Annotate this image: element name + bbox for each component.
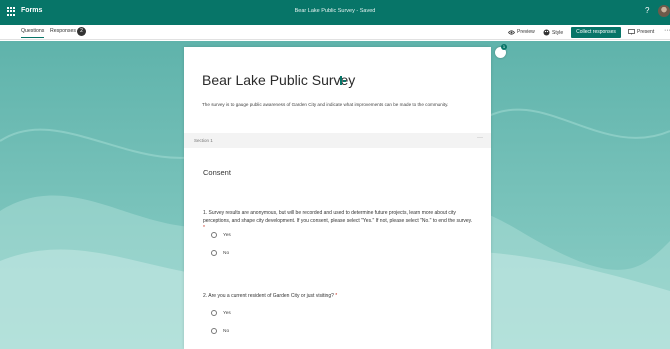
present-button[interactable]: Present <box>628 29 654 35</box>
collect-responses-button[interactable]: Collect responses <box>571 27 621 38</box>
required-mark: * <box>203 225 205 231</box>
eye-icon <box>508 29 515 35</box>
form-card: Bear Lake Public Survey The survey is to… <box>184 47 491 349</box>
more-options-icon[interactable]: ··· <box>664 27 670 34</box>
q2-option-no[interactable]: No <box>211 328 229 334</box>
avatar[interactable] <box>658 5 670 17</box>
q1-option-yes[interactable]: Yes <box>211 232 231 238</box>
section-label: Section 1 <box>194 138 213 143</box>
image-insert-icon[interactable] <box>339 74 347 86</box>
form-description[interactable]: The survey is to gauge public awareness … <box>202 101 472 108</box>
option-label: No <box>223 250 230 256</box>
option-label: No <box>223 328 230 334</box>
tab-responses[interactable]: Responses <box>50 28 76 34</box>
q1-option-no[interactable]: No <box>211 250 229 256</box>
help-icon[interactable]: ? <box>645 6 649 15</box>
section-heading: Consent <box>203 168 231 177</box>
radio-button[interactable] <box>211 310 217 316</box>
present-label: Present <box>637 29 655 35</box>
radio-button[interactable] <box>211 232 217 238</box>
option-label: Yes <box>223 232 231 238</box>
section-more-icon[interactable]: ··· <box>477 135 483 141</box>
form-toolbar: Questions Responses 2 Preview Style Coll… <box>0 25 670 40</box>
tab-questions[interactable]: Questions <box>21 28 45 38</box>
preview-button[interactable]: Preview <box>508 29 535 35</box>
theme-badge: 1 <box>501 44 507 50</box>
monitor-icon <box>628 29 635 35</box>
preview-label: Preview <box>517 29 535 35</box>
radio-button[interactable] <box>211 250 217 256</box>
section-header: Section 1 ··· <box>184 133 491 148</box>
q2-option-yes[interactable]: Yes <box>211 310 231 316</box>
style-label: Style <box>552 29 564 36</box>
question-2[interactable]: 2. Are you a current resident of Garden … <box>203 293 473 299</box>
document-title[interactable]: Bear Lake Public Survey - Saved <box>0 8 670 14</box>
palette-icon <box>543 29 550 36</box>
question-1-text: 1. Survey results are anonymous, but wil… <box>203 210 473 224</box>
form-title[interactable]: Bear Lake Public Survey <box>202 72 355 88</box>
top-bar: Forms Bear Lake Public Survey - Saved ? <box>0 0 670 25</box>
question-1[interactable]: 1. Survey results are anonymous, but wil… <box>203 210 473 233</box>
question-2-text: 2. Are you a current resident of Garden … <box>203 293 334 299</box>
required-mark: * <box>335 293 338 299</box>
radio-button[interactable] <box>211 328 217 334</box>
style-button[interactable]: Style <box>543 29 563 36</box>
option-label: Yes <box>223 310 231 316</box>
responses-count-badge: 2 <box>77 27 86 36</box>
